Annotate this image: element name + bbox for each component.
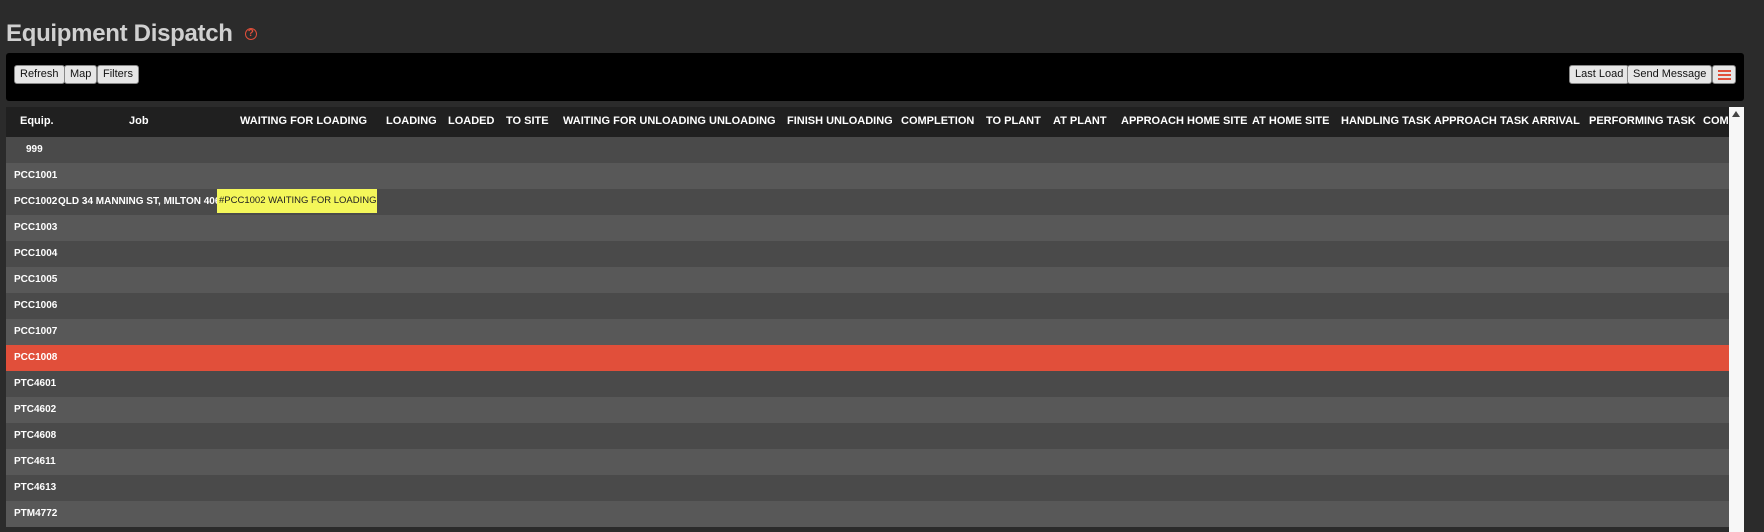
column-header-waiting-for-loading[interactable]: WAITING FOR LOADING bbox=[240, 107, 367, 137]
column-header-to-site[interactable]: TO SITE bbox=[506, 107, 549, 137]
status-badge[interactable]: #PCC1002 WAITING FOR LOADING bbox=[217, 189, 377, 213]
column-header-at-plant[interactable]: AT PLANT bbox=[1053, 107, 1107, 137]
column-header-completion[interactable]: COMPLETION bbox=[901, 107, 974, 137]
column-header-at-home-site[interactable]: AT HOME SITE bbox=[1252, 107, 1329, 137]
table-row[interactable]: PTC4613 bbox=[6, 475, 1730, 501]
table-row[interactable]: PCC1003 bbox=[6, 215, 1730, 241]
table-row[interactable]: PCC1006 bbox=[6, 293, 1730, 319]
column-header-to-plant[interactable]: TO PLANT bbox=[986, 107, 1041, 137]
column-header-approach-home-site[interactable]: APPROACH HOME SITE bbox=[1121, 107, 1248, 137]
table-row[interactable]: PTC4602 bbox=[6, 397, 1730, 423]
filters-button[interactable]: Filters bbox=[97, 65, 139, 84]
column-header-loading[interactable]: LOADING bbox=[386, 107, 437, 137]
table-row[interactable]: PTC4608 bbox=[6, 423, 1730, 449]
job-cell: QLD 34 MANNING ST, MILTON 4064 bbox=[58, 196, 226, 207]
table-row[interactable]: PCC1007 bbox=[6, 319, 1730, 345]
equip-cell: PCC1003 bbox=[14, 222, 58, 233]
equip-cell: PTC4613 bbox=[14, 482, 57, 493]
column-header-unloading[interactable]: UNLOADING bbox=[709, 107, 776, 137]
toolbar: Refresh Map Filters Last Load Send Messa… bbox=[6, 53, 1744, 101]
hamburger-menu-icon[interactable] bbox=[1712, 65, 1736, 84]
dispatch-grid: Equip. Job WAITING FOR LOADING LOADING L… bbox=[6, 107, 1730, 532]
equip-cell: 999 bbox=[26, 144, 43, 155]
equip-cell: PCC1004 bbox=[14, 248, 58, 259]
send-message-button[interactable]: Send Message bbox=[1627, 65, 1713, 84]
grid-header: Equip. Job WAITING FOR LOADING LOADING L… bbox=[6, 107, 1730, 137]
table-row[interactable]: PTC4611 bbox=[6, 449, 1730, 475]
map-button[interactable]: Map bbox=[64, 65, 98, 84]
table-row[interactable]: PTM4772 bbox=[6, 501, 1730, 527]
last-load-button[interactable]: Last Load bbox=[1569, 65, 1630, 84]
table-row[interactable]: PCC1001 bbox=[6, 163, 1730, 189]
column-header-finish-unloading[interactable]: FINISH UNLOADING bbox=[787, 107, 893, 137]
table-row[interactable]: PCC1002 QLD 34 MANNING ST, MILTON 4064 #… bbox=[6, 189, 1730, 215]
column-header-task-arrival[interactable]: TASK ARRIVAL bbox=[1500, 107, 1580, 137]
page-title: Equipment Dispatch ? bbox=[6, 20, 257, 48]
equip-cell: PTC4611 bbox=[14, 456, 56, 467]
page-title-text: Equipment Dispatch bbox=[6, 20, 233, 47]
equip-cell: PTM4772 bbox=[14, 508, 58, 519]
column-header-loaded[interactable]: LOADED bbox=[448, 107, 494, 137]
equip-cell: PTC4602 bbox=[14, 404, 57, 415]
vertical-scrollbar[interactable] bbox=[1729, 107, 1744, 532]
equip-cell: PTC4608 bbox=[14, 430, 57, 441]
column-header-handling-task-approach[interactable]: HANDLING TASK APPROACH bbox=[1341, 107, 1497, 137]
column-header-performing-task[interactable]: PERFORMING TASK bbox=[1589, 107, 1696, 137]
scroll-up-arrow-icon[interactable] bbox=[1732, 111, 1740, 117]
column-header-job[interactable]: Job bbox=[129, 107, 149, 137]
table-row[interactable]: PCC1005 bbox=[6, 267, 1730, 293]
equip-cell: PCC1001 bbox=[14, 170, 58, 181]
column-header-equip[interactable]: Equip. bbox=[20, 107, 54, 137]
equip-cell: PCC1006 bbox=[14, 300, 58, 311]
equip-cell: PCC1005 bbox=[14, 274, 58, 285]
refresh-button[interactable]: Refresh bbox=[14, 65, 65, 84]
equip-cell: PCC1002 bbox=[14, 196, 58, 207]
column-header-completion-truncated[interactable]: COMI bbox=[1703, 107, 1730, 137]
table-row[interactable]: PTC4601 bbox=[6, 371, 1730, 397]
table-row[interactable]: PCC1004 bbox=[6, 241, 1730, 267]
equip-cell: PTC4601 bbox=[14, 378, 57, 389]
column-header-waiting-for-unloading[interactable]: WAITING FOR UNLOADING bbox=[563, 107, 706, 137]
help-icon[interactable]: ? bbox=[244, 28, 257, 40]
table-row[interactable]: 999 bbox=[6, 137, 1730, 163]
equip-cell: PCC1007 bbox=[14, 326, 58, 337]
equip-cell: PCC1008 bbox=[14, 352, 58, 363]
table-row-highlighted[interactable]: PCC1008 bbox=[6, 345, 1730, 371]
